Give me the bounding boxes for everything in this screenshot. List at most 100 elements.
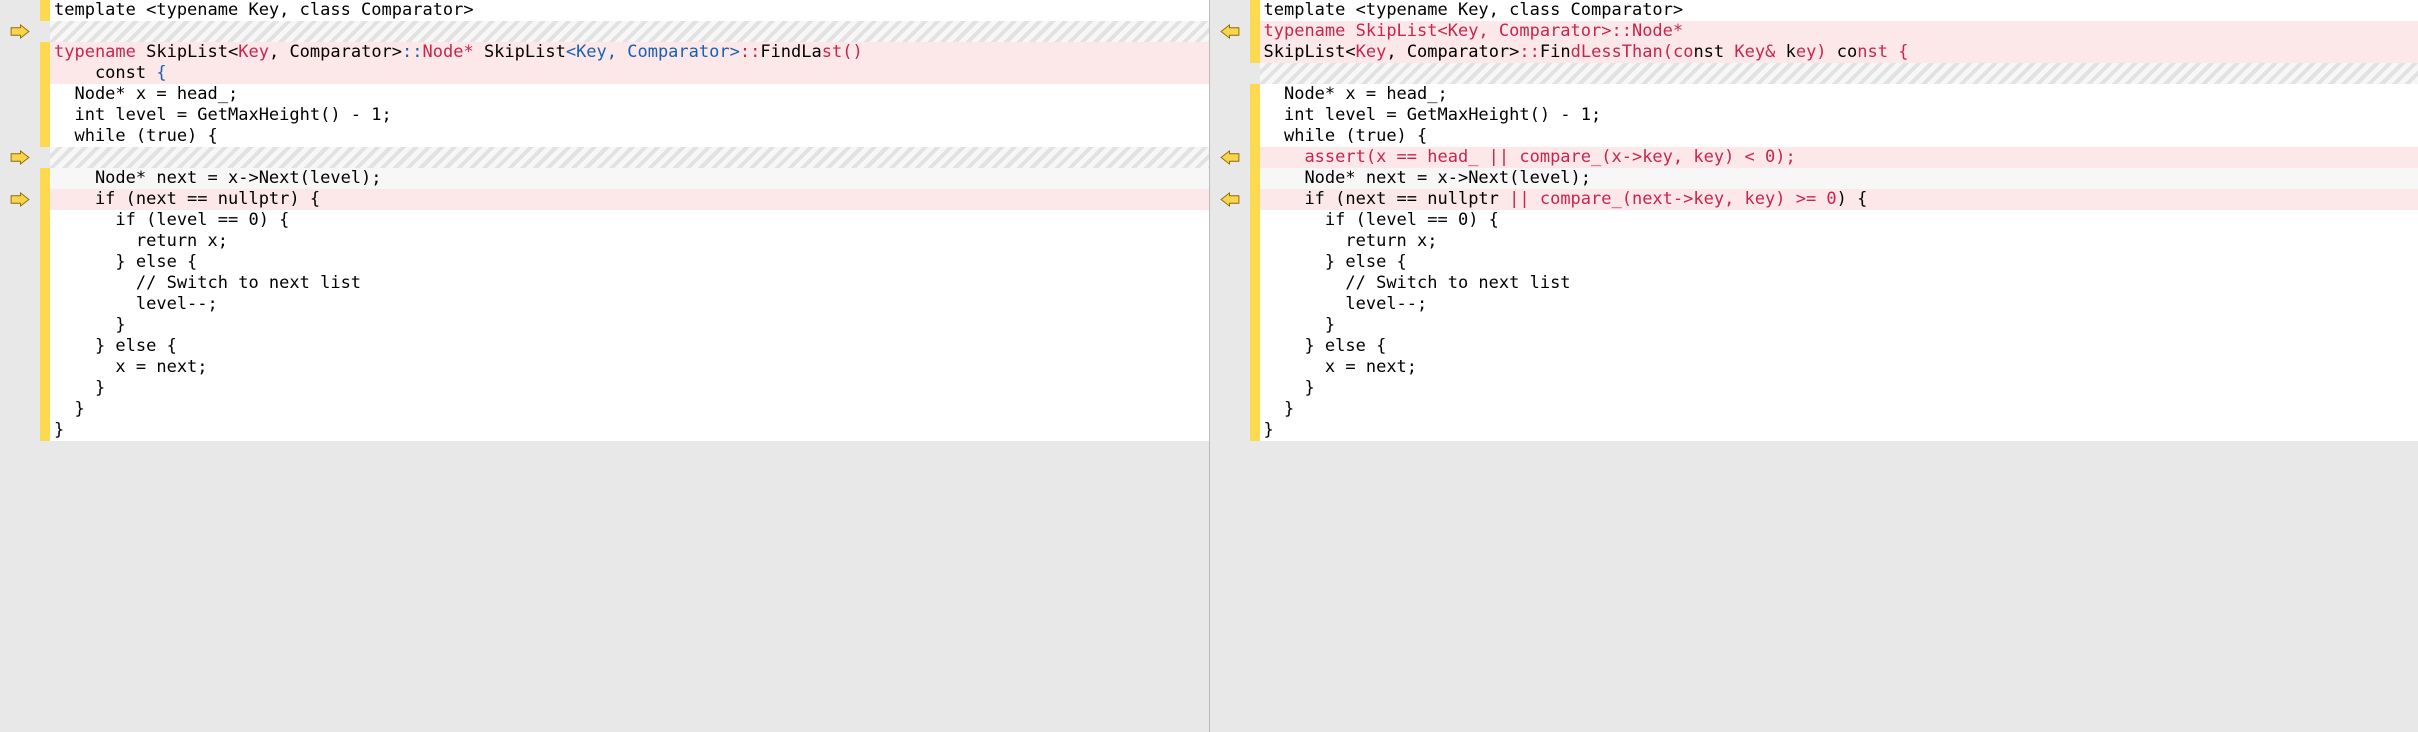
change-bar — [1250, 168, 1260, 189]
code-row: } — [1210, 420, 2418, 441]
change-bar — [40, 84, 50, 105]
code-cell[interactable]: return x; — [1260, 231, 2418, 252]
code-cell[interactable]: // Switch to next list — [50, 273, 1209, 294]
gutter-cell — [1210, 378, 1250, 399]
code-token: Node* x = head_; — [1264, 84, 1448, 104]
code-cell[interactable]: if (level == 0) { — [50, 210, 1209, 231]
gutter-cell[interactable] — [0, 21, 40, 42]
code-cell[interactable] — [1260, 441, 2418, 462]
code-cell[interactable]: template <typename Key, class Comparator… — [50, 0, 1209, 21]
code-cell[interactable]: } — [50, 420, 1209, 441]
diff-arrow-left-icon[interactable] — [1219, 192, 1241, 207]
code-token: int level = GetMaxHeight() - 1; — [1264, 105, 1602, 125]
change-bar — [40, 63, 50, 84]
code-token: } — [1264, 420, 1274, 440]
gutter-cell — [1210, 294, 1250, 315]
code-cell[interactable]: x = next; — [1260, 357, 2418, 378]
code-cell[interactable] — [50, 21, 1209, 42]
code-token: FindLa — [760, 42, 821, 62]
diff-arrow-right-icon[interactable] — [9, 150, 31, 165]
gutter-cell[interactable] — [1210, 21, 1250, 42]
diff-arrow-left-icon[interactable] — [1219, 24, 1241, 39]
code-cell[interactable]: while (true) { — [50, 126, 1209, 147]
code-token: , Comparator> — [269, 42, 402, 62]
code-row: } else { — [0, 252, 1209, 273]
code-cell[interactable]: } — [1260, 378, 2418, 399]
code-cell[interactable]: } — [50, 378, 1209, 399]
change-bar — [40, 147, 50, 168]
code-cell[interactable]: assert(x == head_ || compare_(x->key, ke… — [1260, 147, 2418, 168]
code-cell[interactable]: typename SkipList<Key, Comparator>::Node… — [1260, 21, 2418, 42]
code-row: if (level == 0) { — [0, 210, 1209, 231]
change-bar — [1250, 399, 1260, 420]
gutter-cell — [0, 294, 40, 315]
change-bar — [1250, 189, 1260, 210]
gutter-cell[interactable] — [1210, 189, 1250, 210]
code-token: // Switch to next list — [1264, 273, 1571, 293]
code-cell[interactable]: } — [1260, 315, 2418, 336]
code-row: x = next; — [1210, 357, 2418, 378]
code-cell[interactable]: } else { — [50, 336, 1209, 357]
gutter-cell — [0, 84, 40, 105]
diff-arrow-right-icon[interactable] — [9, 24, 31, 39]
change-bar — [40, 168, 50, 189]
change-bar — [1250, 315, 1260, 336]
code-cell[interactable]: typename SkipList<Key, Comparator>::Node… — [50, 42, 1209, 63]
gutter-cell — [0, 0, 40, 21]
code-cell[interactable]: level--; — [1260, 294, 2418, 315]
code-cell[interactable]: } else { — [1260, 336, 2418, 357]
change-bar — [40, 42, 50, 63]
code-cell[interactable]: Node* x = head_; — [1260, 84, 2418, 105]
code-cell[interactable]: } else { — [1260, 252, 2418, 273]
code-cell[interactable]: int level = GetMaxHeight() - 1; — [1260, 105, 2418, 126]
gutter-cell — [0, 378, 40, 399]
code-row — [1210, 63, 2418, 84]
code-row: Node* x = head_; — [1210, 84, 2418, 105]
gutter-cell[interactable] — [0, 147, 40, 168]
code-cell[interactable]: if (next == nullptr) { — [50, 189, 1209, 210]
code-row: template <typename Key, class Comparator… — [0, 0, 1209, 21]
change-bar — [1250, 336, 1260, 357]
code-cell[interactable]: } — [1260, 399, 2418, 420]
code-cell[interactable]: } — [1260, 420, 2418, 441]
code-cell[interactable]: Node* next = x->Next(level); — [50, 168, 1209, 189]
code-token: { — [156, 63, 166, 83]
diff-viewer: template <typename Key, class Comparator… — [0, 0, 2418, 732]
code-token: if (next == nullptr — [1264, 189, 1510, 209]
code-cell[interactable]: level--; — [50, 294, 1209, 315]
code-cell[interactable]: return x; — [50, 231, 1209, 252]
code-cell[interactable]: } — [50, 315, 1209, 336]
code-token: while (true) { — [54, 126, 218, 146]
code-token: Key — [1356, 42, 1387, 62]
gutter-cell[interactable] — [0, 189, 40, 210]
gutter-cell — [0, 105, 40, 126]
code-cell[interactable]: if (next == nullptr || compare_(next->ke… — [1260, 189, 2418, 210]
code-cell[interactable]: template <typename Key, class Comparator… — [1260, 0, 2418, 21]
code-cell[interactable]: Node* x = head_; — [50, 84, 1209, 105]
diff-arrow-left-icon[interactable] — [1219, 150, 1241, 165]
code-token: if (next == nullptr) { — [54, 189, 320, 209]
change-bar — [40, 420, 50, 441]
gutter-cell[interactable] — [1210, 147, 1250, 168]
code-token: Fin — [1540, 42, 1571, 62]
code-cell[interactable]: while (true) { — [1260, 126, 2418, 147]
code-cell[interactable] — [50, 147, 1209, 168]
code-cell[interactable]: const { — [50, 63, 1209, 84]
code-cell[interactable]: Node* next = x->Next(level); — [1260, 168, 2418, 189]
code-row: while (true) { — [0, 126, 1209, 147]
code-cell[interactable]: // Switch to next list — [1260, 273, 2418, 294]
code-cell[interactable] — [50, 441, 1209, 462]
code-cell[interactable]: x = next; — [50, 357, 1209, 378]
code-cell[interactable]: } else { — [50, 252, 1209, 273]
code-cell[interactable] — [1260, 63, 2418, 84]
diff-arrow-right-icon[interactable] — [9, 192, 31, 207]
code-cell[interactable]: int level = GetMaxHeight() - 1; — [50, 105, 1209, 126]
code-cell[interactable]: } — [50, 399, 1209, 420]
left-pane[interactable]: template <typename Key, class Comparator… — [0, 0, 1210, 732]
code-cell[interactable]: if (level == 0) { — [1260, 210, 2418, 231]
code-cell[interactable]: SkipList<Key, Comparator>::FindLessThan(… — [1260, 42, 2418, 63]
gutter-cell — [1210, 336, 1250, 357]
right-pane[interactable]: template <typename Key, class Comparator… — [1210, 0, 2418, 732]
code-token: k — [1786, 42, 1796, 62]
gutter-cell — [1210, 84, 1250, 105]
